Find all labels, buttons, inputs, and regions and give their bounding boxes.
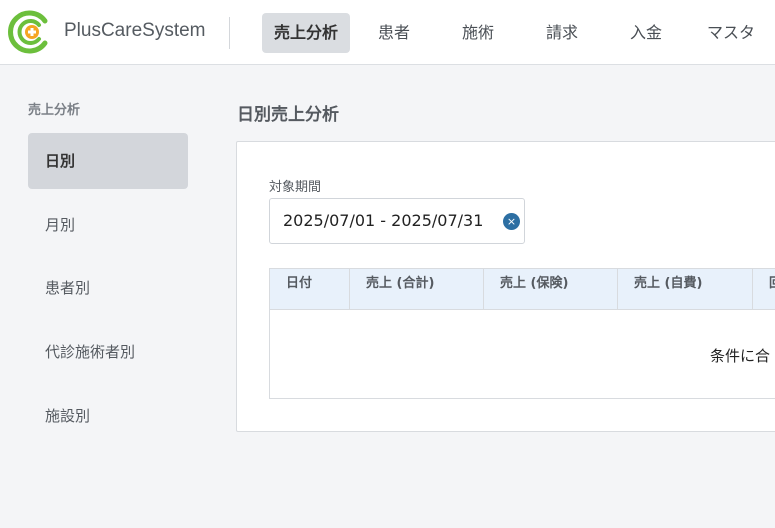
date-range-input[interactable]: 2025/07/01 - 2025/07/31 ×	[269, 198, 525, 244]
column-header-sales-insurance[interactable]: 売上 (保険)	[484, 269, 618, 310]
column-header-sales-self-pay[interactable]: 売上 (自費)	[618, 269, 753, 310]
column-header-sales-total[interactable]: 売上 (合計)	[350, 269, 484, 310]
nav-tab-master[interactable]: マスタ	[700, 13, 762, 53]
nav-tab-patients[interactable]: 患者	[364, 13, 424, 53]
sales-table: 日付 売上 (合計) 売上 (保険) 売上 (自費) 回 条件に合	[269, 268, 775, 399]
column-header-count[interactable]: 回	[753, 269, 775, 310]
sidebar-item-by-substitute-practitioner[interactable]: 代診施術者別	[28, 324, 188, 380]
clear-icon[interactable]: ×	[503, 213, 520, 230]
top-header: PlusCareSystem 売上分析 患者 施術 請求 入金 マスタ	[0, 0, 775, 65]
nav-tab-payments[interactable]: 入金	[616, 13, 676, 53]
sidebar-item-by-patient[interactable]: 患者別	[28, 260, 188, 316]
sidebar-item-daily[interactable]: 日別	[28, 133, 188, 189]
column-header-date[interactable]: 日付	[270, 269, 350, 310]
plus-care-logo-icon[interactable]	[6, 9, 52, 55]
sidebar-item-by-facility[interactable]: 施設別	[28, 388, 188, 444]
app-name: PlusCareSystem	[64, 20, 206, 41]
empty-table-message: 条件に合	[710, 347, 771, 365]
table-header: 日付 売上 (合計) 売上 (保険) 売上 (自費) 回	[270, 269, 775, 310]
nav-tab-billing[interactable]: 請求	[532, 13, 592, 53]
page-title: 日別売上分析	[237, 105, 339, 125]
nav-tab-sales-analysis[interactable]: 売上分析	[262, 13, 350, 53]
sidebar-item-monthly[interactable]: 月別	[28, 197, 188, 253]
period-label: 対象期間	[269, 180, 322, 195]
nav-tab-treatments[interactable]: 施術	[448, 13, 508, 53]
header-divider	[229, 17, 230, 49]
date-range-value: 2025/07/01 - 2025/07/31	[283, 211, 484, 230]
sidebar-title: 売上分析	[28, 103, 81, 118]
